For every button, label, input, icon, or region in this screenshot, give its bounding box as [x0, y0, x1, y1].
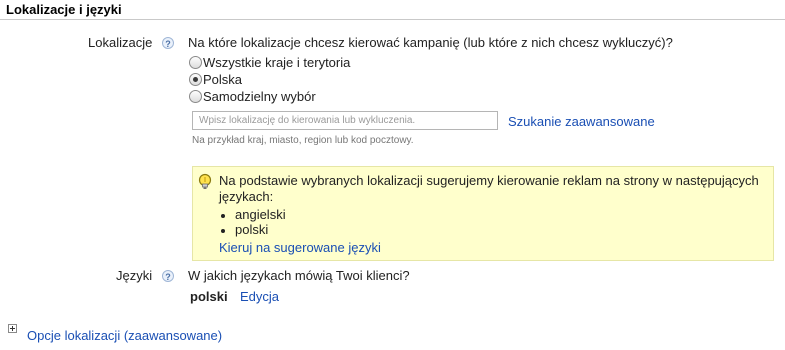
radio-label: Samodzielny wybór — [203, 89, 316, 104]
expand-plus-icon[interactable] — [8, 324, 17, 333]
suggested-language: angielski — [235, 207, 286, 222]
radio-button-selected[interactable] — [189, 73, 202, 86]
languages-current-value: polski — [190, 289, 228, 304]
suggested-language: polski — [235, 222, 269, 237]
radio-button[interactable] — [189, 90, 202, 103]
section-title: Lokalizacje i języki — [6, 2, 122, 17]
advanced-search-link[interactable]: Szukanie zaawansowane — [508, 114, 655, 129]
locations-label: Lokalizacje — [88, 35, 153, 50]
languages-edit-link[interactable]: Edycja — [240, 289, 279, 304]
location-hint: Na przykład kraj, miasto, region lub kod… — [192, 135, 414, 146]
advanced-location-options-link[interactable]: Opcje lokalizacji (zaawansowane) — [27, 328, 222, 343]
radio-label: Wszystkie kraje i terytoria — [203, 55, 351, 70]
languages-help-icon[interactable]: ? — [162, 270, 174, 282]
location-search-input[interactable]: Wpisz lokalizację do kierowania lub wykl… — [192, 111, 498, 130]
locations-help-icon[interactable]: ? — [162, 37, 174, 49]
lightbulb-icon — [198, 173, 212, 189]
radio-button[interactable] — [189, 56, 202, 69]
languages-question: W jakich językach mówią Twoi klienci? — [188, 268, 410, 283]
locations-question: Na które lokalizacje chcesz kierować kam… — [188, 35, 673, 50]
languages-label: Języki — [116, 268, 153, 283]
radio-label: Polska — [203, 72, 243, 87]
bullet-icon — [221, 214, 225, 218]
section-divider — [0, 19, 785, 20]
apply-suggested-languages-link[interactable]: Kieruj na sugerowane języki — [219, 240, 381, 255]
suggestion-text: Na podstawie wybranych lokalizacji suger… — [219, 173, 759, 204]
bullet-icon — [221, 229, 225, 233]
